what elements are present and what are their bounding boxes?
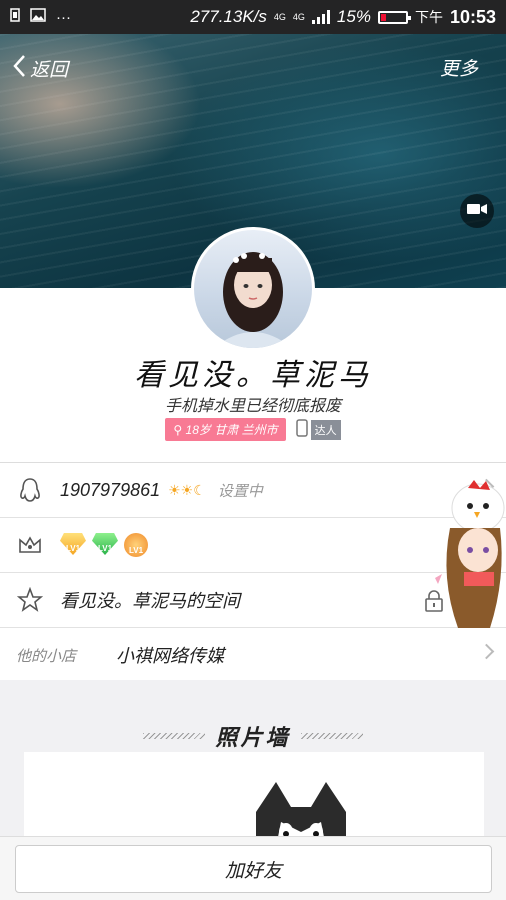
badge-orange: LV1 [124,533,148,557]
shop-title: 他的小店 [16,646,77,665]
battery-percent: 15% [336,7,371,26]
penguin-icon [16,476,44,504]
photo-thumbnail[interactable] [24,752,484,848]
qq-number: 1907979861 [60,479,161,500]
phone-icon [295,419,308,440]
chevron-left-icon [12,54,26,83]
back-label: 返回 [30,59,69,81]
avatar[interactable] [191,227,315,351]
signature: 手机掉水里已经彻底报废 [164,396,341,415]
level-badges: LV1 LV1 LV1 [60,533,148,557]
divider-line [143,733,206,739]
photo-wall-header: 照片墙 [0,720,506,752]
expert-tag[interactable]: 达人 [295,419,341,440]
more-dots-icon: ··· [56,8,71,26]
shop-value: 小祺网络传媒 [116,646,224,667]
network-type-2: 4G [292,12,305,22]
crown-icon [16,531,44,559]
photo-wall-title: 照片墙 [215,725,291,751]
chevron-right-icon [478,643,495,660]
signal-icon [311,10,330,24]
nickname: 看见没。草泥马 [134,358,372,393]
expert-label: 达人 [310,419,341,440]
bottom-bar: 加好友 [0,836,506,900]
more-button[interactable]: 更多 [440,54,478,81]
clock-time: 10:53 [449,6,496,27]
online-status: 设置中 [217,481,263,500]
network-speed: 277.13K/s [190,7,267,26]
time-period: 下午 [414,9,443,25]
back-button[interactable]: 返回 [12,54,68,83]
profile-tags: ⚲ 18岁 甘肃 兰州市 达人 [0,418,506,441]
pendant-girl-sticker [430,478,506,642]
age-location-text: 18岁 甘肃 兰州市 [185,423,278,437]
battery-icon [377,10,411,24]
network-type: 4G [273,12,286,22]
badge-green: LV1 [92,533,118,555]
badge-gold: LV1 [60,533,86,555]
level-sun-icon: ☀☀☾ [168,481,206,498]
search-icon: ⚲ [173,423,183,437]
image-icon [30,8,46,26]
space-label: 看见没。草泥马的空间 [60,591,240,612]
status-bar: ··· 277.13K/s 4G 4G 15% 下午 10:53 [0,0,506,34]
video-button[interactable] [460,194,494,228]
sim-icon [10,8,20,26]
add-friend-button[interactable]: 加好友 [15,845,492,893]
divider-line [300,733,363,739]
star-icon [16,586,44,614]
photo-wall-section: 照片墙 [0,680,506,848]
video-camera-icon [466,202,488,221]
age-location-tag: ⚲ 18岁 甘肃 兰州市 [165,418,286,441]
